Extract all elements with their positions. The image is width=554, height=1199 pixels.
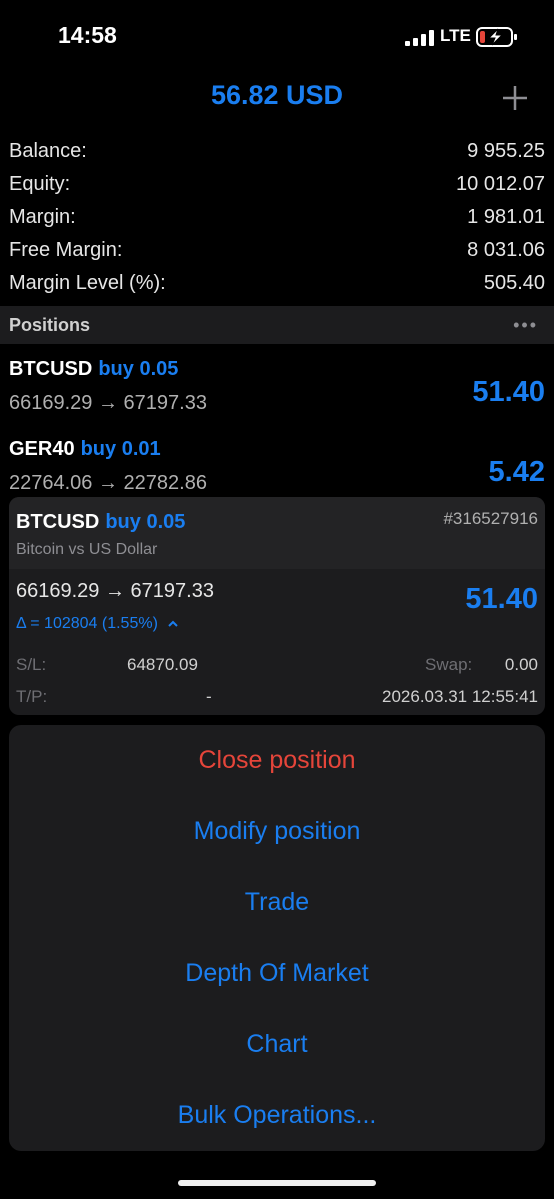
sl-value: 64870.09: [127, 655, 198, 674]
close-position-button[interactable]: Close position: [9, 725, 545, 795]
depth-of-market-button[interactable]: Depth Of Market: [9, 938, 545, 1008]
account-value: 1 981.01: [467, 206, 545, 228]
detail-side: buy 0.05: [105, 511, 186, 533]
detail-symbol-line: BTCUSD buy 0.05: [16, 511, 185, 534]
position-detail-card: BTCUSD buy 0.05 #316527916 Bitcoin vs US …: [9, 497, 545, 715]
account-summary: Balance: 9 955.25 Equity: 10 012.07 Marg…: [0, 136, 554, 301]
position-prices: 22764.06 → 22782.86: [9, 472, 207, 494]
signal-icon: [405, 30, 434, 46]
home-indicator[interactable]: [178, 1180, 376, 1186]
detail-ticket: #316527916: [443, 509, 538, 528]
position-profit: 51.40: [472, 376, 545, 408]
account-label: Free Margin:: [9, 239, 123, 261]
position-symbol-line: BTCUSD buy 0.05: [9, 358, 178, 381]
account-label: Equity:: [9, 173, 71, 195]
detail-symbol: BTCUSD: [16, 511, 100, 533]
swap-label: Swap:: [425, 655, 473, 674]
position-side: buy 0.05: [98, 358, 179, 380]
position-profit: 5.42: [488, 456, 545, 488]
account-value: 505.40: [483, 272, 545, 294]
position-symbol: GER40: [9, 438, 75, 460]
account-value: 8 031.06: [467, 239, 545, 261]
account-value: 10 012.07: [456, 173, 545, 195]
swap-value: 0.00: [504, 655, 538, 674]
position-row-btcusd[interactable]: BTCUSD buy 0.05 66169.29 → 67197.33 51.40: [0, 344, 554, 424]
account-label: Margin Level (%):: [9, 272, 166, 294]
tp-label: T/P:: [16, 687, 48, 706]
status-time: 14:58: [58, 22, 117, 48]
account-row-free-margin: Free Margin: 8 031.06: [0, 235, 554, 268]
chart-button[interactable]: Chart: [9, 1009, 545, 1079]
account-row-margin: Margin: 1 981.01: [0, 202, 554, 235]
account-row-balance: Balance: 9 955.25: [0, 136, 554, 169]
positions-section-header: Positions •••: [0, 306, 554, 344]
detail-prices: 66169.29 → 67197.33: [16, 580, 214, 602]
action-sheet: Close position Modify position Trade Dep…: [9, 725, 545, 1151]
detail-delta: Δ = 102804 (1.55%): [16, 615, 179, 633]
trade-button[interactable]: Trade: [9, 867, 545, 937]
modify-position-button[interactable]: Modify position: [9, 796, 545, 866]
position-symbol-line: GER40 buy 0.01: [9, 438, 161, 461]
chevron-up-icon: [168, 620, 179, 627]
detail-header: BTCUSD buy 0.05 #316527916 Bitcoin vs US …: [9, 497, 545, 569]
detail-delta-text: Δ = 102804 (1.55%): [16, 615, 158, 632]
position-symbol: BTCUSD: [9, 358, 93, 380]
positions-title: Positions: [9, 315, 91, 335]
account-label: Margin:: [9, 206, 76, 228]
add-button[interactable]: [497, 80, 533, 116]
detail-description: Bitcoin vs US Dollar: [16, 541, 158, 558]
open-time: 2026.03.31 12:55:41: [382, 687, 538, 706]
battery-charging-icon: [476, 27, 517, 47]
more-icon[interactable]: •••: [513, 315, 538, 336]
position-prices: 66169.29 → 67197.33: [9, 392, 207, 414]
sl-label: S/L:: [16, 655, 47, 674]
network-label: LTE: [440, 26, 471, 45]
bulk-operations-button[interactable]: Bulk Operations...: [9, 1080, 545, 1150]
detail-profit: 51.40: [465, 583, 538, 615]
position-side: buy 0.01: [80, 438, 161, 460]
account-value: 9 955.25: [467, 140, 545, 162]
plus-icon: [503, 86, 527, 110]
account-label: Balance:: [9, 140, 87, 162]
account-row-margin-level: Margin Level (%): 505.40: [0, 268, 554, 301]
position-row-ger40[interactable]: GER40 buy 0.01 22764.06 → 22782.86 5.42: [0, 424, 554, 504]
account-row-equity: Equity: 10 012.07: [0, 169, 554, 202]
profit-total-title: 56.82 USD: [210, 80, 344, 110]
tp-value: -: [206, 687, 212, 706]
status-bar: 14:58 LTE: [0, 0, 554, 74]
